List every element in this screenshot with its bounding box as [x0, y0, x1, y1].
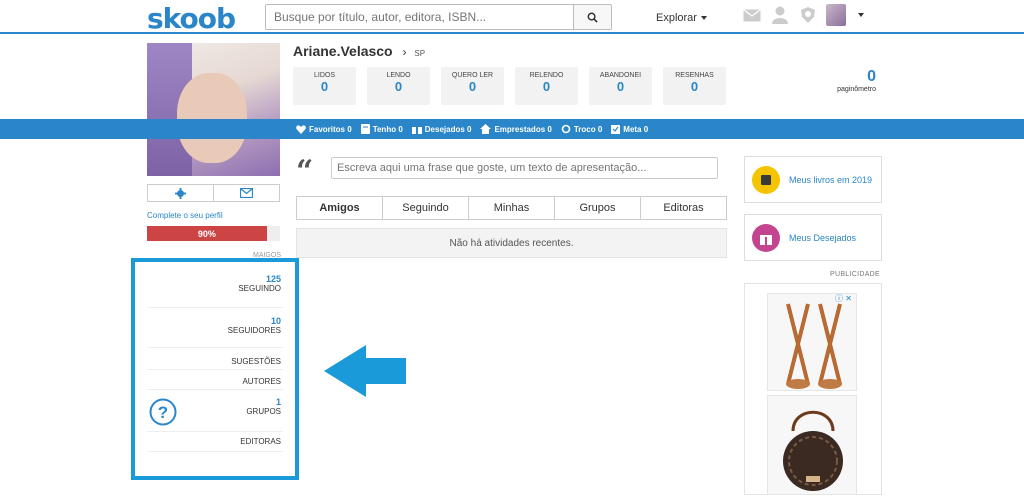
- tab-editoras[interactable]: Editoras: [640, 197, 726, 219]
- message-button[interactable]: [213, 185, 279, 201]
- mail-icon[interactable]: [742, 5, 762, 25]
- stat-label: LENDO: [386, 72, 411, 79]
- meus-desejados-card[interactable]: Meus Desejados: [744, 214, 882, 261]
- profile-progress: 90%: [147, 226, 280, 241]
- top-bar: skoob Explorar: [0, 0, 1024, 35]
- troco-label: Troco 0: [573, 124, 603, 134]
- tab-amigos[interactable]: Amigos: [297, 197, 382, 219]
- arrow-left-icon: [324, 345, 406, 397]
- logo[interactable]: skoob: [147, 2, 236, 35]
- top-icons: [742, 4, 864, 26]
- chevron-down-icon[interactable]: [858, 13, 864, 17]
- explorar-label: Explorar: [656, 12, 697, 24]
- tab-seguindo[interactable]: Seguindo: [382, 197, 468, 219]
- publicidade-label: PUBLICIDADE: [830, 271, 880, 278]
- tab-grupos[interactable]: Grupos: [554, 197, 640, 219]
- ad-bag-image[interactable]: [767, 395, 857, 495]
- paginometro-label: paginômetro: [837, 86, 876, 93]
- shelf-bar: Favoritos 0 Tenho 0 Desejados 0 Empresta…: [0, 119, 1024, 139]
- search-button[interactable]: [573, 5, 611, 29]
- emprestados-label: Emprestados 0: [494, 124, 552, 134]
- stats-row: LIDOS 0 LENDO 0 QUERO LER 0 RELENDO 0 ABANDO…: [293, 67, 726, 105]
- stat-label: LIDOS: [313, 72, 335, 79]
- meus-livros-card[interactable]: Meus livros em 2019: [744, 156, 882, 203]
- meus-livros-label: Meus livros em 2019: [789, 174, 873, 185]
- gear-icon: [175, 187, 186, 199]
- tab-minhas[interactable]: Minhas: [468, 197, 554, 219]
- troco-link[interactable]: Troco 0: [561, 124, 602, 134]
- phrase-input[interactable]: [331, 157, 718, 179]
- meta-link[interactable]: Meta 0: [611, 124, 648, 134]
- photo-face: [177, 73, 247, 163]
- stat-label: QUERO LER: [451, 72, 494, 79]
- stat-lendo[interactable]: LENDO 0: [367, 67, 430, 105]
- username[interactable]: Ariane.Velasco: [293, 43, 393, 59]
- stat-resenhas[interactable]: RESENHAS 0: [663, 67, 726, 105]
- ad-info-icon[interactable]: ⓘ ✕: [835, 293, 852, 304]
- search-icon: [587, 12, 598, 23]
- gift-icon: [752, 223, 780, 252]
- advertisement[interactable]: ⓘ ✕: [744, 283, 882, 495]
- quote-icon: “: [296, 154, 314, 189]
- favoritos-link[interactable]: Favoritos 0: [296, 125, 352, 134]
- shield-icon[interactable]: [798, 5, 818, 25]
- search-box: [265, 4, 612, 30]
- breadcrumb-separator: ›: [402, 45, 407, 59]
- gift-icon: [411, 124, 422, 134]
- profile-photo[interactable]: [147, 43, 280, 176]
- search-input[interactable]: [266, 5, 573, 29]
- profile-header: Ariane.Velasco › SP: [293, 43, 425, 59]
- meta-label: Meta 0: [623, 124, 649, 134]
- paginometro[interactable]: 0 paginômetro: [820, 68, 876, 93]
- activity-tabs: Amigos Seguindo Minhas Grupos Editoras: [296, 196, 727, 220]
- stat-label: RESENHAS: [675, 72, 714, 79]
- stat-value: 0: [616, 79, 625, 94]
- progress-fill: 90%: [147, 226, 267, 241]
- tenho-label: Tenho 0: [372, 124, 403, 134]
- home-icon: [480, 124, 492, 134]
- desejados-label: Desejados 0: [424, 124, 472, 134]
- meus-desejados-label: Meus Desejados: [789, 232, 857, 243]
- stat-value: 0: [690, 79, 699, 94]
- highlight-box: [131, 258, 299, 480]
- tenho-link[interactable]: Tenho 0: [360, 124, 403, 134]
- refresh-icon: [561, 124, 571, 134]
- stat-value: 0: [542, 79, 551, 94]
- stat-lidos[interactable]: LIDOS 0: [293, 67, 356, 105]
- explorar-menu[interactable]: Explorar: [656, 12, 707, 24]
- stat-value: 0: [468, 79, 477, 94]
- favoritos-label: Favoritos 0: [309, 124, 352, 134]
- stat-quero-ler[interactable]: QUERO LER 0: [441, 67, 504, 105]
- book-icon: [360, 124, 370, 134]
- envelope-icon: [240, 188, 253, 198]
- clipboard-icon: [611, 125, 621, 134]
- paginometro-value: 0: [867, 68, 876, 85]
- emprestados-link[interactable]: Emprestados 0: [480, 124, 552, 134]
- book-icon: [752, 165, 780, 194]
- stat-value: 0: [320, 79, 329, 94]
- no-activity-message: Não há atividades recentes.: [296, 228, 727, 258]
- stat-relendo[interactable]: RELENDO 0: [515, 67, 578, 105]
- desejados-link[interactable]: Desejados 0: [411, 124, 472, 134]
- chevron-down-icon: [700, 16, 707, 21]
- stat-label: RELENDO: [529, 72, 564, 79]
- stat-label: ABANDONEI: [599, 72, 642, 79]
- complete-profile-link[interactable]: Complete o seu perfil: [147, 211, 223, 220]
- stat-abandonei[interactable]: ABANDONEI 0: [589, 67, 652, 105]
- stat-value: 0: [394, 79, 403, 94]
- user-state: SP: [414, 49, 426, 58]
- avatar[interactable]: [826, 4, 846, 26]
- heart-icon: [296, 124, 306, 134]
- profile-buttons: [147, 184, 280, 202]
- ad-sandal-image[interactable]: [767, 293, 857, 391]
- user-icon[interactable]: [770, 5, 790, 25]
- settings-button[interactable]: [148, 185, 213, 201]
